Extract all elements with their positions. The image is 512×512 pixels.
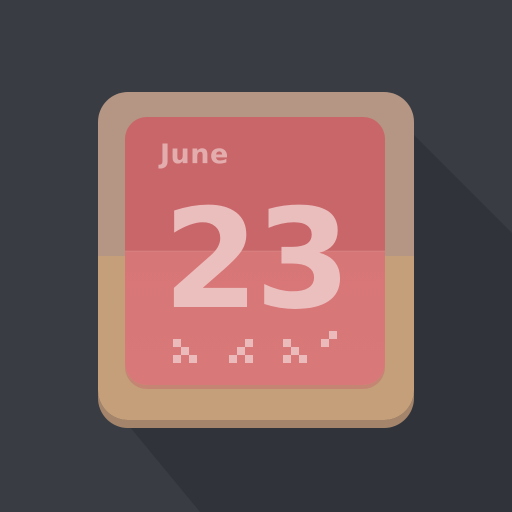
calendar-icon-canvas: { "calendar": { "month": "June", "day": … xyxy=(0,0,512,512)
pixel-dots-decoration xyxy=(173,331,337,363)
